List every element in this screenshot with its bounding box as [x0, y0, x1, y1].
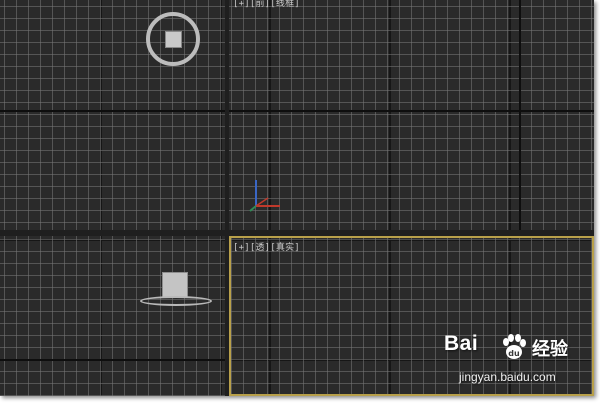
watermark-product: 经验	[532, 339, 568, 360]
grid-axis-horizontal	[229, 110, 594, 112]
grid-axis-horizontal	[0, 359, 225, 361]
baidu-paw-icon: du	[503, 334, 526, 359]
grid-axis-horizontal	[0, 110, 225, 112]
watermark: Bai du 经验 jingyan.baidu.com	[444, 332, 574, 392]
grid-axis-vertical	[519, 0, 521, 230]
watermark-brand: Bai	[444, 332, 479, 355]
viewport-label-perspective[interactable]: [+][透][真实]	[233, 240, 300, 253]
viewport-layout: [+][前][线框] [+][透][真实] Bai du 经验 jingyan.…	[0, 0, 594, 396]
object-box-left-view[interactable]	[162, 272, 188, 298]
object-ring-left-view[interactable]	[140, 296, 212, 306]
watermark-url: jingyan.baidu.com	[459, 370, 556, 384]
axis-tripod-icon	[249, 180, 280, 212]
viewport-label-front[interactable]: [+][前][线框]	[233, 0, 300, 9]
viewport-left[interactable]	[0, 236, 225, 396]
object-box-top-view[interactable]	[165, 31, 182, 48]
svg-text:du: du	[508, 349, 520, 358]
